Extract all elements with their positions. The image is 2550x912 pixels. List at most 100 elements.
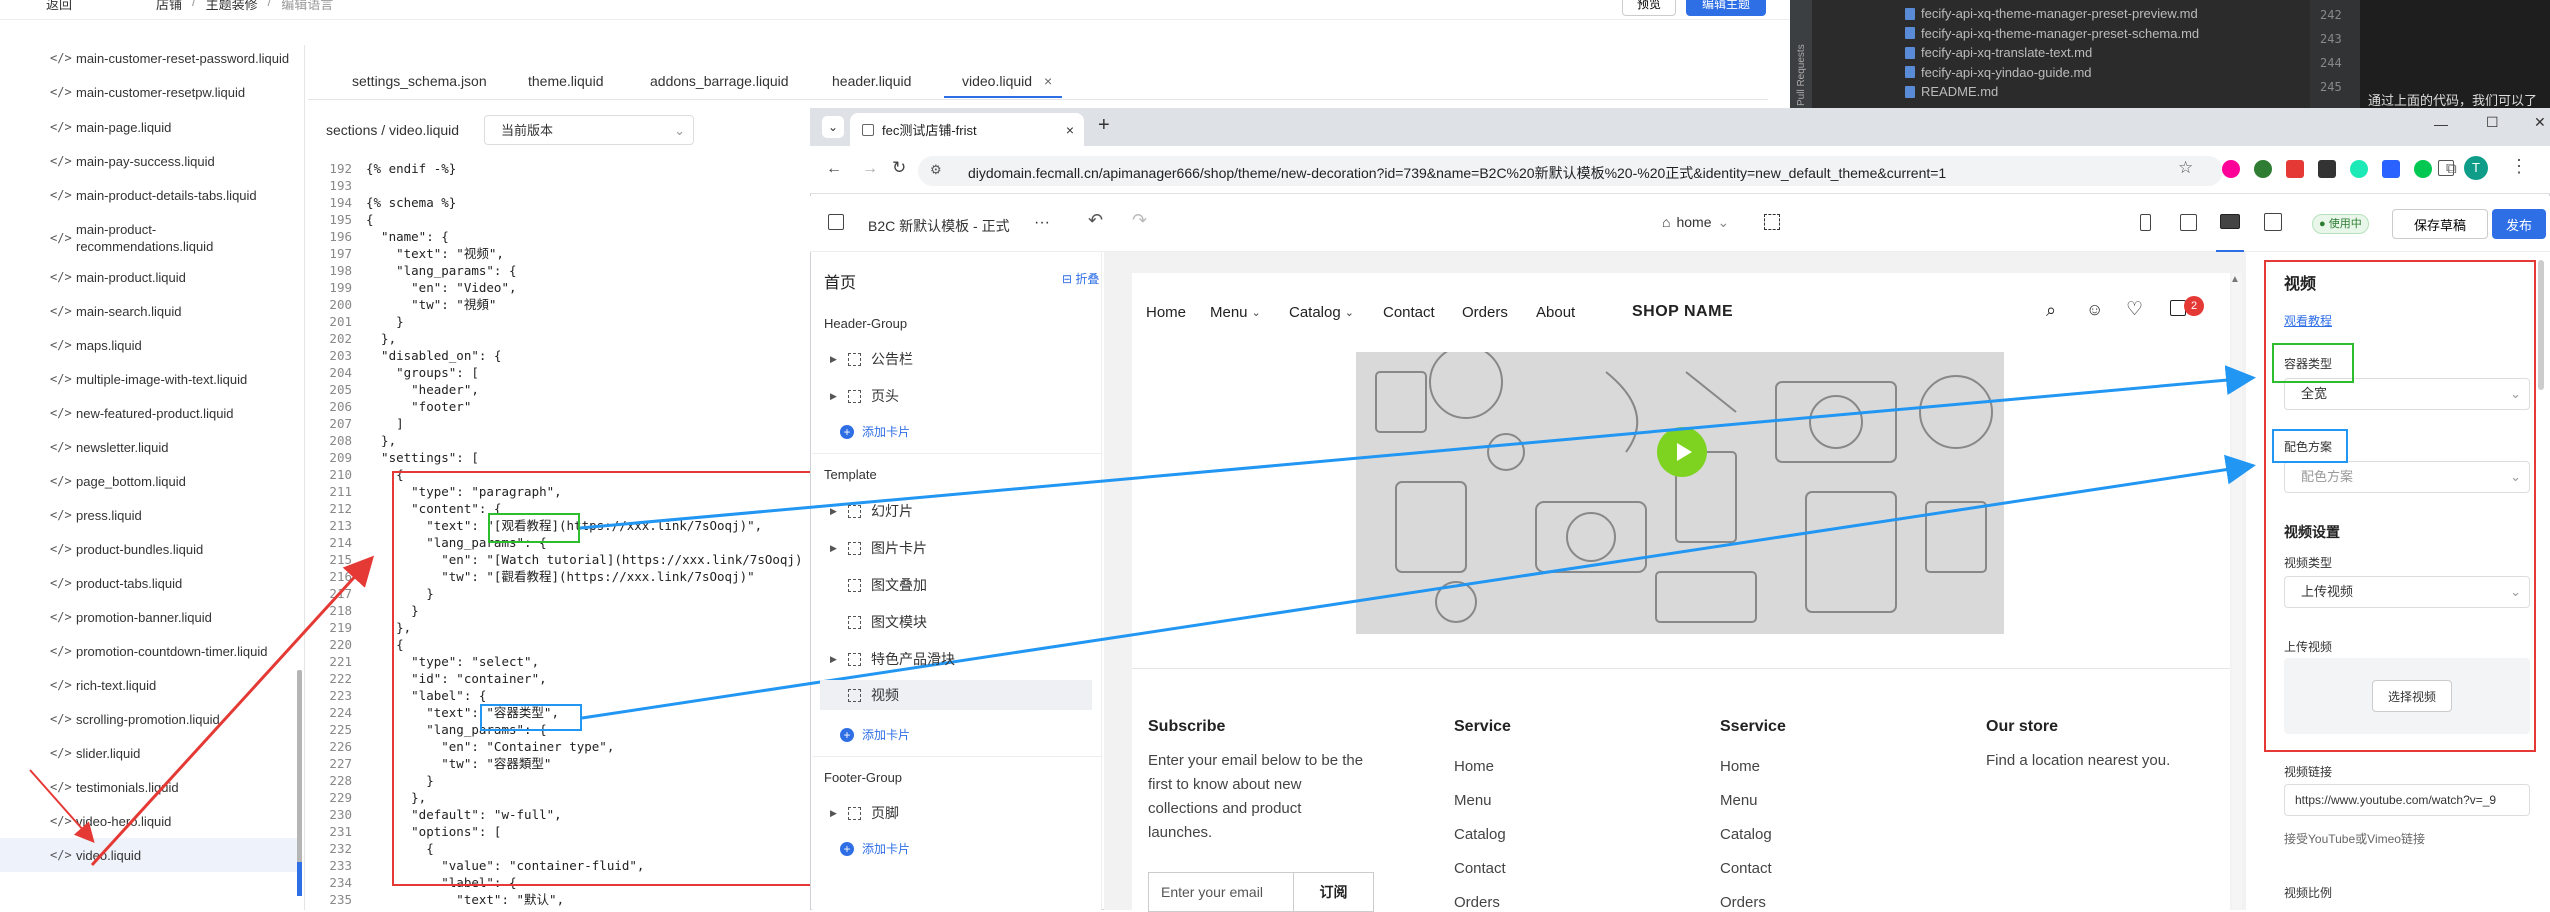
file-list-scrollbar[interactable]: [297, 670, 302, 870]
footer-link[interactable]: Catalog: [1454, 826, 1506, 843]
preview-scrollbar[interactable]: [2232, 273, 2242, 910]
file-list-item[interactable]: </> newsletter.liquid: [0, 430, 298, 464]
file-list-item[interactable]: </> slider.liquid: [0, 736, 298, 770]
close-window-icon[interactable]: ✕: [2534, 114, 2546, 131]
tablet-view-icon[interactable]: [2180, 214, 2197, 231]
desktop-view-icon[interactable]: [2220, 214, 2240, 229]
footer-link[interactable]: Menu: [1454, 792, 1492, 809]
reload-icon[interactable]: ↻: [892, 158, 906, 178]
section-item[interactable]: ▶图文模块: [820, 607, 1092, 637]
extension-icon[interactable]: [2382, 160, 2400, 178]
mobile-view-icon[interactable]: [2140, 214, 2151, 231]
section-item[interactable]: ▶ 图片卡片: [820, 533, 1092, 563]
file-list-item[interactable]: </> promotion-countdown-timer.liquid: [0, 634, 298, 668]
ide-file-item[interactable]: fecify-api-xq-translate-text.md: [1905, 45, 2092, 60]
file-list-item[interactable]: </> rich-text.liquid: [0, 668, 298, 702]
collapse-button[interactable]: ⊟ 折叠: [1062, 270, 1099, 287]
extension-icon[interactable]: [2286, 160, 2304, 178]
profile-avatar[interactable]: T: [2464, 156, 2488, 180]
section-item[interactable]: ▶视频: [820, 680, 1092, 710]
caret-right-icon[interactable]: ▶: [830, 543, 838, 554]
store-nav-item[interactable]: Orders: [1462, 304, 1508, 321]
bookmark-star-icon[interactable]: ☆: [2178, 158, 2193, 178]
exit-icon[interactable]: [828, 214, 844, 230]
minimize-icon[interactable]: —: [2434, 116, 2448, 132]
inspector-icon[interactable]: [1764, 214, 1780, 230]
tab-list-chevron-icon[interactable]: ⌄: [822, 116, 844, 138]
section-item[interactable]: ▶ 幻灯片: [820, 496, 1092, 526]
save-draft-button[interactable]: 保存草稿: [2392, 209, 2488, 239]
file-list-item[interactable]: </> scrolling-promotion.liquid: [0, 702, 298, 736]
add-card-button[interactable]: + 添加卡片: [840, 840, 910, 857]
play-button-icon[interactable]: [1657, 427, 1707, 477]
file-list-item[interactable]: </> video.liquid: [0, 838, 298, 872]
forward-arrow-icon[interactable]: →: [862, 160, 878, 178]
video-poster-image[interactable]: [1356, 352, 2004, 634]
section-item[interactable]: ▶ 页脚: [820, 798, 1092, 828]
file-list-item[interactable]: </> main-product.liquid: [0, 260, 298, 294]
email-input[interactable]: Enter your email 订阅: [1148, 872, 1374, 912]
shop-name[interactable]: SHOP NAME: [1632, 303, 1733, 321]
breadcrumb-item[interactable]: 主题装修: [206, 0, 258, 13]
file-list-item[interactable]: </> main-search.liquid: [0, 294, 298, 328]
tab-video-liquid[interactable]: video.liquid ×: [944, 64, 1063, 98]
version-select[interactable]: 当前版本 ⌄: [484, 115, 694, 145]
file-list-item[interactable]: </> main-customer-resetpw.liquid: [0, 75, 298, 109]
store-nav-item[interactable]: Catalog ⌄: [1289, 304, 1354, 321]
caret-right-icon[interactable]: ▶: [830, 654, 838, 665]
file-list-item[interactable]: </> page_bottom.liquid: [0, 464, 298, 498]
browser-tab[interactable]: fec测试店铺-frist ×: [850, 113, 1084, 146]
undo-icon[interactable]: ↶: [1088, 210, 1103, 231]
site-info-icon[interactable]: ⚙: [930, 162, 942, 178]
tab-close-icon[interactable]: ×: [1044, 73, 1052, 89]
account-icon[interactable]: ☺: [2086, 300, 2103, 320]
ide-file-item[interactable]: fecify-api-xq-theme-manager-preset-previ…: [1905, 6, 2198, 21]
caret-right-icon[interactable]: ▶: [830, 354, 838, 365]
extension-icon[interactable]: [2414, 160, 2432, 178]
publish-button[interactable]: 发布: [2492, 209, 2546, 239]
file-list-item[interactable]: </> promotion-banner.liquid: [0, 600, 298, 634]
file-list-item[interactable]: </> product-tabs.liquid: [0, 566, 298, 600]
sidebar-toggle-icon[interactable]: [2438, 160, 2454, 176]
file-list-item[interactable]: </> main-page.liquid: [0, 110, 298, 144]
settings-scrollbar[interactable]: [2538, 260, 2544, 390]
caret-right-icon[interactable]: ▶: [830, 506, 838, 517]
store-nav-item[interactable]: Menu ⌄: [1210, 304, 1261, 321]
more-menu-icon[interactable]: ···: [1034, 214, 1050, 232]
footer-link[interactable]: Home: [1720, 758, 1760, 775]
footer-link[interactable]: Orders: [1454, 894, 1500, 911]
subscribe-button[interactable]: 订阅: [1293, 873, 1373, 911]
page-select[interactable]: ⌂ home ⌄: [1662, 214, 1729, 231]
file-list-item[interactable]: </> multiple-image-with-text.liquid: [0, 362, 298, 396]
tab-settings-schema[interactable]: settings_schema.json: [334, 64, 505, 98]
tab-header-liquid[interactable]: header.liquid: [814, 64, 929, 98]
file-list-item[interactable]: </> product-bundles.liquid: [0, 532, 298, 566]
ide-file-item[interactable]: fecify-api-xq-theme-manager-preset-schem…: [1905, 26, 2199, 41]
menu-dots-icon[interactable]: ⋮: [2510, 156, 2528, 177]
tab-theme-liquid[interactable]: theme.liquid: [510, 64, 622, 98]
extension-icon[interactable]: [2222, 160, 2240, 178]
store-nav-item[interactable]: Home: [1146, 304, 1186, 321]
file-list-item[interactable]: </> main-customer-reset-password.liquid: [0, 45, 298, 75]
file-list-item[interactable]: </> main-product-details-tabs.liquid: [0, 178, 298, 212]
section-item[interactable]: ▶ 页头: [820, 381, 1092, 411]
section-item[interactable]: ▶ 特色产品滑块: [820, 644, 1092, 674]
back-link[interactable]: 返回: [46, 0, 72, 13]
file-list-item[interactable]: </> video-hero.liquid: [0, 804, 298, 838]
save-theme-button[interactable]: 编辑主题: [1686, 0, 1766, 16]
file-list-item[interactable]: </> maps.liquid: [0, 328, 298, 362]
back-arrow-icon[interactable]: ←: [826, 160, 842, 178]
fullscreen-icon[interactable]: [2264, 213, 2282, 231]
add-card-button[interactable]: + 添加卡片: [840, 423, 910, 440]
tab-addons-barrage[interactable]: addons_barrage.liquid: [632, 64, 807, 98]
file-list-item[interactable]: </> press.liquid: [0, 498, 298, 532]
ide-file-item[interactable]: README.md: [1905, 84, 1998, 99]
file-list-item[interactable]: </> new-featured-product.liquid: [0, 396, 298, 430]
scroll-up-icon[interactable]: ▲: [2230, 274, 2240, 285]
maximize-icon[interactable]: ☐: [2486, 114, 2499, 131]
footer-link[interactable]: Catalog: [1720, 826, 1772, 843]
breadcrumb-item[interactable]: 店铺: [156, 0, 182, 13]
ide-file-item[interactable]: fecify-api-xq-yindao-guide.md: [1905, 65, 2092, 80]
redo-icon[interactable]: ↷: [1132, 210, 1147, 231]
section-item[interactable]: ▶ 公告栏: [820, 344, 1092, 374]
